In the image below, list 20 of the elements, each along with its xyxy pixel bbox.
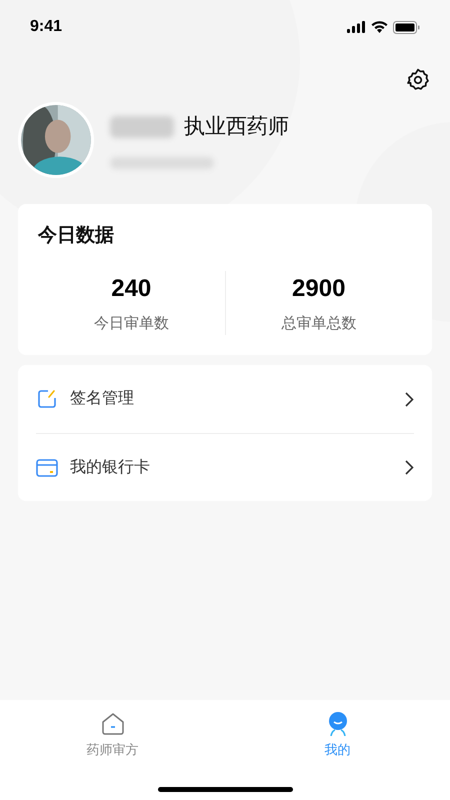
profile-title: 执业西药师 [184,114,289,140]
chevron-right-icon [405,392,414,406]
signal-icon [347,21,366,33]
stat-label: 今日审单数 [94,314,169,334]
status-time: 9:41 [30,17,62,37]
tab-item[interactable]: 药师审方 [0,700,225,766]
person-icon [326,712,348,736]
chevron-right-icon [405,460,414,475]
wifi-icon [371,21,388,33]
stat-label: 总审单总数 [281,314,356,334]
stat-value: 2900 [292,274,346,304]
battery-icon [393,20,420,34]
menu-item[interactable]: 签名管理 [36,365,414,433]
card-title: 今日数据 [38,224,115,248]
card-icon [36,458,58,476]
blurred-name [110,116,174,138]
menu-item[interactable]: 我的银行卡 [36,433,414,501]
home-icon [100,712,124,736]
stat-value: 240 [111,274,152,304]
edit-icon [37,389,57,409]
